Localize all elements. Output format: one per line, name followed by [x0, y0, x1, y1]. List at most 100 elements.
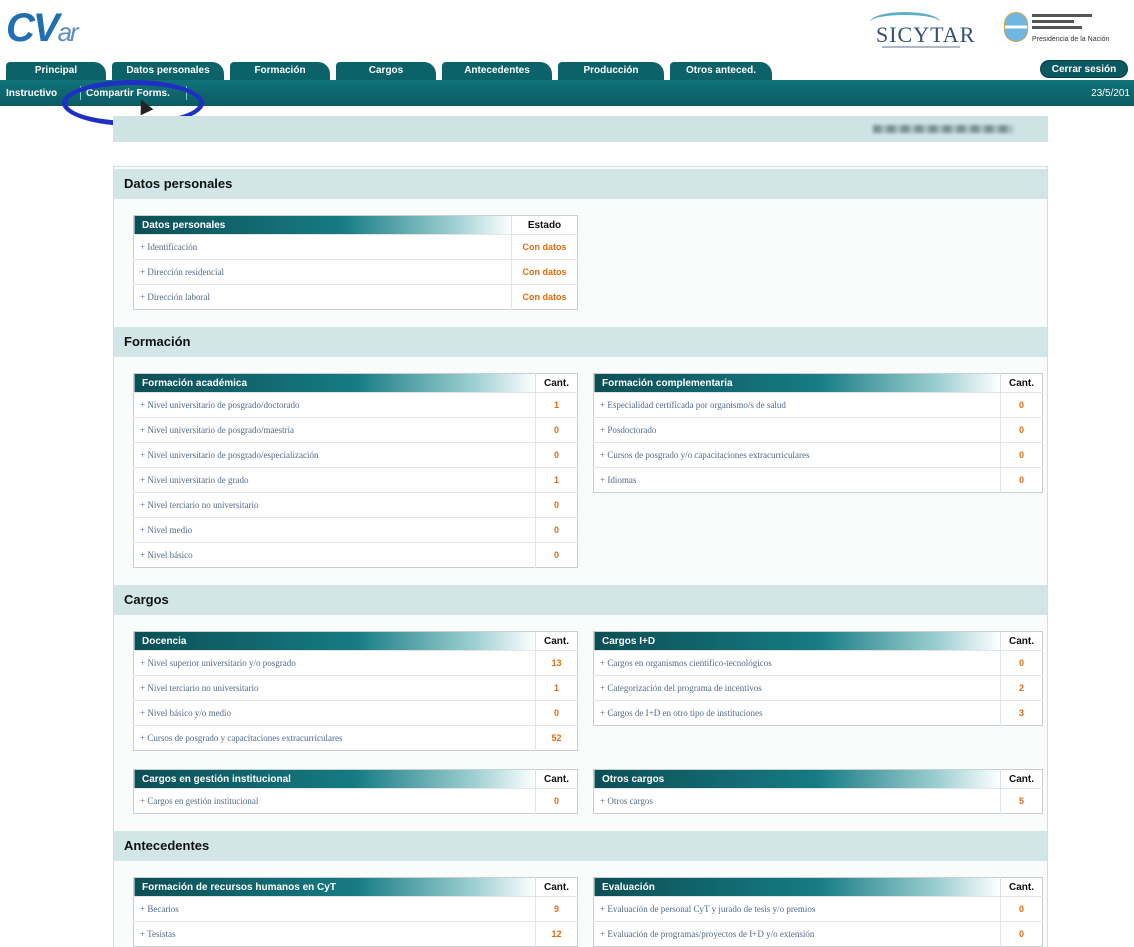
table-row[interactable]: + Dirección residencial Con datos — [133, 259, 578, 285]
table-row[interactable]: + Identificación Con datos — [133, 234, 578, 260]
row-link[interactable]: + Nivel básico y/o medio — [133, 700, 536, 726]
column-header: Cant. — [535, 373, 578, 393]
row-link[interactable]: + Cargos de I+D en otro tipo de instituc… — [593, 700, 1001, 726]
row-count: 1 — [535, 467, 578, 493]
column-header: Estado — [511, 215, 578, 235]
row-link[interactable]: + Cursos de posgrado y capacitaciones ex… — [133, 725, 536, 751]
formacion-complementaria-table: Formación complementaria Cant. + Especial… — [593, 373, 1043, 493]
table-row[interactable]: + Evaluación de personal CyT y jurado de… — [593, 896, 1043, 922]
column-header: Cant. — [1000, 373, 1043, 393]
row-count: 9 — [535, 896, 578, 922]
tab-principal[interactable]: Principal — [6, 62, 106, 80]
row-link[interactable]: + Nivel universitario de posgrado/doctor… — [133, 392, 536, 418]
row-link[interactable]: + Especialidad certificada por organismo… — [593, 392, 1001, 418]
row-link[interactable]: + Dirección residencial — [133, 259, 512, 285]
cvar-logo[interactable]: CVar — [6, 6, 79, 51]
row-link[interactable]: + Nivel superior universitario y/o posgr… — [133, 650, 536, 676]
row-link[interactable]: + Evaluación de programas/proyectos de I… — [593, 921, 1001, 947]
row-count: 1 — [535, 392, 578, 418]
evaluacion-table: Evaluación Cant. + Evaluación de personal… — [593, 877, 1043, 947]
tab-otros-antecedentes[interactable]: Otros anteced. — [670, 62, 772, 80]
instructivo-link[interactable]: Instructivo — [6, 88, 57, 99]
row-count: 1 — [535, 675, 578, 701]
table-title: Evaluación — [593, 877, 1001, 897]
tab-antecedentes[interactable]: Antecedentes — [442, 62, 552, 80]
table-row[interactable]: + Cursos de posgrado y capacitaciones ex… — [133, 725, 578, 751]
column-header: Cant. — [1000, 877, 1043, 897]
table-row[interactable]: + Otros cargos 5 — [593, 788, 1043, 814]
row-count: 0 — [1000, 467, 1043, 493]
sicytar-subtitle-lines — [882, 46, 960, 48]
gestion-institucional-table: Cargos en gestión institucional Cant. + C… — [133, 769, 578, 814]
tab-formacion[interactable]: Formación — [230, 62, 330, 80]
row-count: 0 — [1000, 896, 1043, 922]
section-title-formacion: Formación — [114, 327, 1047, 357]
row-link[interactable]: + Identificación — [133, 234, 512, 260]
row-status: Con datos — [511, 284, 578, 310]
logo-sub-text: ar — [57, 17, 79, 47]
table-row[interactable]: + Becarios 9 — [133, 896, 578, 922]
row-link[interactable]: + Nivel básico — [133, 542, 536, 568]
otros-cargos-table: Otros cargos Cant. + Otros cargos 5 — [593, 769, 1043, 814]
table-row[interactable]: + Cargos de I+D en otro tipo de instituc… — [593, 700, 1043, 726]
row-status: Con datos — [511, 259, 578, 285]
logout-button[interactable]: Cerrar sesión — [1040, 60, 1128, 78]
recursos-humanos-table: Formación de recursos humanos en CyT Cant… — [133, 877, 578, 947]
table-row[interactable]: + Especialidad certificada por organismo… — [593, 392, 1043, 418]
tab-produccion[interactable]: Producción — [558, 62, 664, 80]
row-link[interactable]: + Nivel universitario de grado — [133, 467, 536, 493]
table-row[interactable]: + Nivel universitario de posgrado/doctor… — [133, 392, 578, 418]
row-link[interactable]: + Nivel terciario no universitario — [133, 492, 536, 518]
row-link[interactable]: + Dirección laboral — [133, 284, 512, 310]
row-count: 12 — [535, 921, 578, 947]
cargos-id-table: Cargos I+D Cant. + Cargos en organismos c… — [593, 631, 1043, 726]
row-count: 0 — [535, 788, 578, 814]
row-link[interactable]: + Posdoctorado — [593, 417, 1001, 443]
table-row[interactable]: + Nivel terciario no universitario 0 — [133, 492, 578, 518]
row-link[interactable]: + Nivel universitario de posgrado/maestr… — [133, 417, 536, 443]
sicytar-text: SICYTAR — [876, 22, 976, 47]
user-bar — [113, 116, 1048, 142]
table-row[interactable]: + Dirección laboral Con datos — [133, 284, 578, 310]
row-link[interactable]: + Categorización del programa de incenti… — [593, 675, 1001, 701]
table-row[interactable]: + Cargos en gestión institucional 0 — [133, 788, 578, 814]
row-link[interactable]: + Idiomas — [593, 467, 1001, 493]
row-link[interactable]: + Cursos de posgrado y/o capacitaciones … — [593, 442, 1001, 468]
table-row[interactable]: + Evaluación de programas/proyectos de I… — [593, 921, 1043, 947]
row-link[interactable]: + Cargos en organismos científico-tecnol… — [593, 650, 1001, 676]
row-link[interactable]: + Tesistas — [133, 921, 536, 947]
row-count: 2 — [1000, 675, 1043, 701]
row-link[interactable]: + Cargos en gestión institucional — [133, 788, 536, 814]
table-title: Otros cargos — [593, 769, 1001, 789]
table-title: Datos personales — [133, 215, 512, 235]
table-row[interactable]: + Posdoctorado 0 — [593, 417, 1043, 443]
tab-datos-personales[interactable]: Datos personales — [112, 62, 224, 80]
table-row[interactable]: + Nivel básico y/o medio 0 — [133, 700, 578, 726]
table-row[interactable]: + Nivel universitario de posgrado/especi… — [133, 442, 578, 468]
table-row[interactable]: + Cargos en organismos científico-tecnol… — [593, 650, 1043, 676]
table-row[interactable]: + Nivel básico 0 — [133, 542, 578, 568]
row-count: 0 — [1000, 650, 1043, 676]
section-title-datos: Datos personales — [114, 169, 1047, 199]
table-row[interactable]: + Nivel universitario de grado 1 — [133, 467, 578, 493]
section-title-antecedentes: Antecedentes — [114, 831, 1047, 861]
row-link[interactable]: + Otros cargos — [593, 788, 1001, 814]
tab-cargos[interactable]: Cargos — [336, 62, 436, 80]
table-row[interactable]: + Nivel medio 0 — [133, 517, 578, 543]
table-row[interactable]: + Tesistas 12 — [133, 921, 578, 947]
row-link[interactable]: + Nivel terciario no universitario — [133, 675, 536, 701]
table-row[interactable]: + Idiomas 0 — [593, 467, 1043, 493]
table-row[interactable]: + Nivel terciario no universitario 1 — [133, 675, 578, 701]
table-row[interactable]: + Cursos de posgrado y/o capacitaciones … — [593, 442, 1043, 468]
row-link[interactable]: + Nivel universitario de posgrado/especi… — [133, 442, 536, 468]
row-link[interactable]: + Nivel medio — [133, 517, 536, 543]
row-count: 0 — [535, 442, 578, 468]
row-link[interactable]: + Evaluación de personal CyT y jurado de… — [593, 896, 1001, 922]
table-row[interactable]: + Nivel universitario de posgrado/maestr… — [133, 417, 578, 443]
table-title: Formación académica — [133, 373, 536, 393]
row-link[interactable]: + Becarios — [133, 896, 536, 922]
table-row[interactable]: + Categorización del programa de incenti… — [593, 675, 1043, 701]
main-tabs: Principal Datos personales Formación Car… — [0, 62, 1134, 80]
table-row[interactable]: + Nivel superior universitario y/o posgr… — [133, 650, 578, 676]
logo-main-text: CV — [6, 6, 60, 50]
